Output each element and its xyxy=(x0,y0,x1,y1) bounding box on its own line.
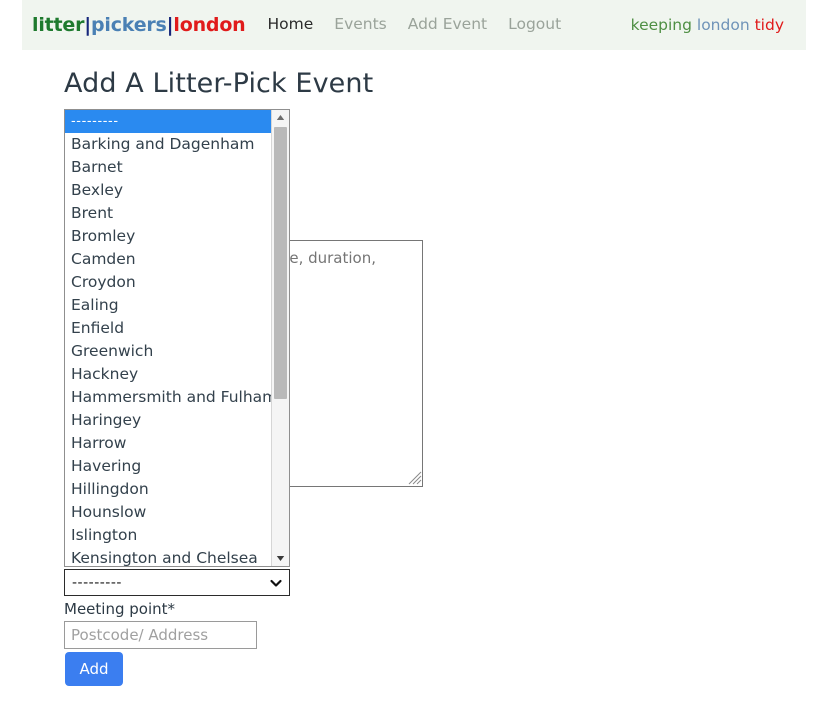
dropdown-option[interactable]: Harrow xyxy=(65,432,271,455)
triangle-up-icon[interactable] xyxy=(272,110,289,125)
dropdown-option[interactable]: --------- xyxy=(65,110,271,133)
dropdown-scrollbar[interactable] xyxy=(271,110,289,566)
brand-logo[interactable]: litter|pickers|london xyxy=(32,14,246,36)
tagline-word-london: london xyxy=(696,16,750,34)
tagline-word-keeping: keeping xyxy=(630,16,692,34)
dropdown-option[interactable]: Ealing xyxy=(65,294,271,317)
chevron-down-icon xyxy=(269,576,283,590)
borough-select-value: --------- xyxy=(72,574,122,591)
dropdown-option[interactable]: Hammersmith and Fulham xyxy=(65,386,271,409)
nav-link-events[interactable]: Events xyxy=(334,17,386,33)
dropdown-option[interactable]: Camden xyxy=(65,248,271,271)
dropdown-option[interactable]: Hounslow xyxy=(65,501,271,524)
brand-part-pickers: pickers xyxy=(91,14,167,36)
nav-link-home[interactable]: Home xyxy=(268,17,314,33)
dropdown-option[interactable]: Hackney xyxy=(65,363,271,386)
page-title: Add A Litter-Pick Event xyxy=(64,68,374,99)
triangle-down-icon[interactable] xyxy=(272,551,289,566)
dropdown-option[interactable]: Barnet xyxy=(65,156,271,179)
nav-links: Home Events Add Event Logout xyxy=(268,17,562,33)
dropdown-option[interactable]: Bexley xyxy=(65,179,271,202)
dropdown-scrollbar-thumb[interactable] xyxy=(274,127,287,399)
tagline: keeping london tidy xyxy=(631,16,794,34)
dropdown-option[interactable]: Barking and Dagenham xyxy=(65,133,271,156)
dropdown-option[interactable]: Croydon xyxy=(65,271,271,294)
nav-link-logout[interactable]: Logout xyxy=(508,17,561,33)
dropdown-option[interactable]: Brent xyxy=(65,202,271,225)
nav-link-add-event[interactable]: Add Event xyxy=(408,17,487,33)
borough-select[interactable]: --------- xyxy=(64,569,290,596)
dropdown-option[interactable]: Kensington and Chelsea xyxy=(65,547,271,566)
dropdown-option[interactable]: Enfield xyxy=(65,317,271,340)
borough-option-list[interactable]: --------- Barking and Dagenham Barnet Bexle… xyxy=(65,110,271,566)
borough-dropdown-popup[interactable]: --------- Barking and Dagenham Barnet Bexle… xyxy=(64,109,290,567)
navbar: litter|pickers|london Home Events Add Ev… xyxy=(22,0,806,50)
dropdown-option[interactable]: Havering xyxy=(65,455,271,478)
dropdown-option[interactable]: Islington xyxy=(65,524,271,547)
tagline-word-tidy: tidy xyxy=(754,16,784,34)
meeting-point-label: Meeting point* xyxy=(64,600,175,618)
dropdown-option[interactable]: Hillingdon xyxy=(65,478,271,501)
add-button[interactable]: Add xyxy=(65,652,123,686)
meeting-point-input[interactable] xyxy=(64,621,257,649)
brand-separator-1: | xyxy=(84,14,91,36)
dropdown-option[interactable]: Greenwich xyxy=(65,340,271,363)
dropdown-option[interactable]: Haringey xyxy=(65,409,271,432)
brand-part-london: london xyxy=(173,14,246,36)
dropdown-option[interactable]: Bromley xyxy=(65,225,271,248)
brand-part-litter: litter xyxy=(32,14,85,36)
